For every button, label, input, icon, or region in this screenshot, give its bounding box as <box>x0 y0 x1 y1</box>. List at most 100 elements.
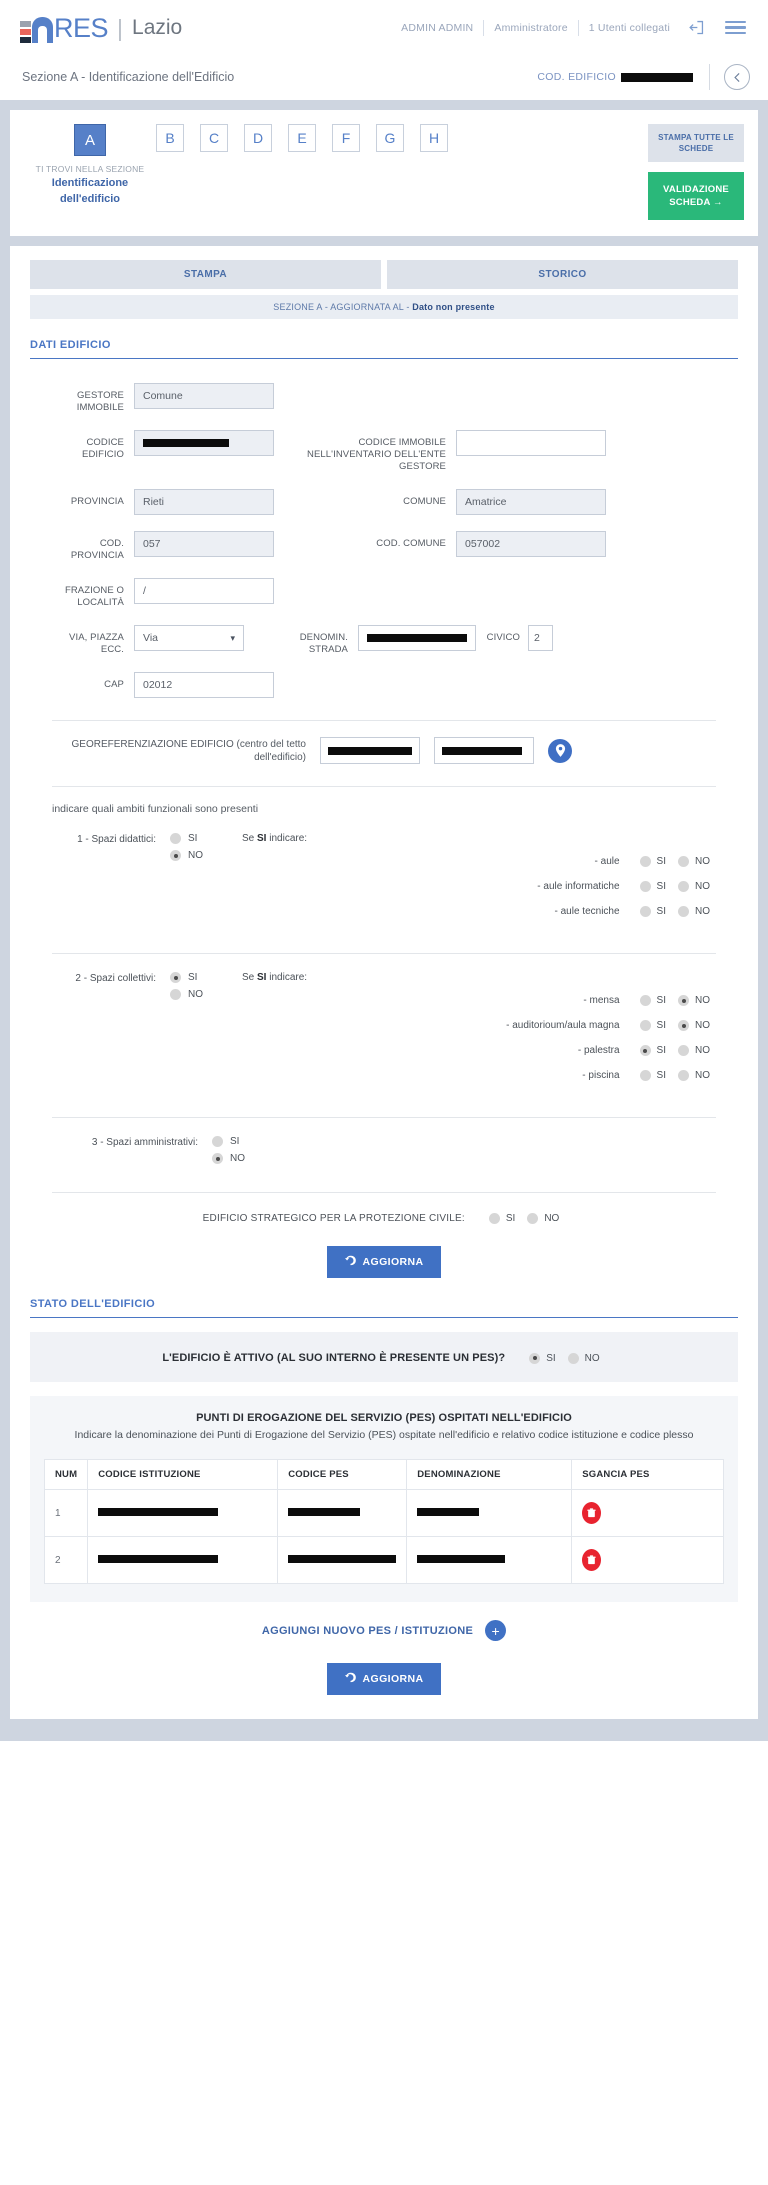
aggiorna-button-wrap-2: AGGIORNA <box>30 1663 738 1695</box>
aule-si[interactable]: SI <box>639 856 672 867</box>
radio-icon[interactable] <box>212 1136 223 1147</box>
print-all-sheets-button[interactable]: STAMPA TUTTE LE SCHEDE <box>648 124 744 162</box>
denomin-strada-input[interactable] <box>358 625 476 651</box>
radio-label-si: SI <box>656 881 666 892</box>
pes-subtitle: Indicare la denominazione dei Punti di E… <box>74 1429 694 1441</box>
spazi-collettivi-no[interactable]: NO <box>170 989 203 1000</box>
cod-provincia-input[interactable]: 057 <box>134 531 274 557</box>
radio-icon[interactable] <box>678 856 689 867</box>
tab-stampa[interactable]: STAMPA <box>30 260 381 289</box>
strategico-si[interactable]: SI <box>488 1213 521 1224</box>
section-tab-A[interactable]: A <box>74 124 106 156</box>
palestra-si[interactable]: SI <box>639 1045 672 1056</box>
validate-sheet-button[interactable]: VALIDAZIONE SCHEDA → <box>648 172 744 220</box>
radio-icon-selected[interactable] <box>529 1352 541 1364</box>
section-tab-D[interactable]: D <box>244 124 272 152</box>
add-new-pes-label: AGGIUNGI NUOVO PES / ISTITUZIONE <box>261 1624 474 1637</box>
spazi-didattici-si[interactable]: SI <box>170 833 203 844</box>
section-tabs-row: A TI TROVI NELLA SEZIONE Identificazione… <box>24 124 744 220</box>
mensa-si[interactable]: SI <box>639 995 672 1006</box>
auditorium-no[interactable]: NO <box>678 1020 716 1031</box>
radio-label-si: SI <box>656 1045 666 1056</box>
georeferenziazione-lat-input[interactable] <box>320 737 420 764</box>
aggiorna-button-stato-edificio[interactable]: AGGIORNA <box>326 1663 442 1695</box>
attivo-si[interactable]: SI <box>529 1352 561 1364</box>
back-button[interactable] <box>724 64 750 90</box>
aule-no[interactable]: NO <box>678 856 716 867</box>
radio-icon-selected[interactable] <box>639 1045 651 1056</box>
spazi-didattici-choices: SI NO <box>170 833 203 931</box>
section-tab-E[interactable]: E <box>288 124 316 152</box>
aggiorna-button-dati-edificio[interactable]: AGGIORNA <box>326 1246 442 1278</box>
via-piazza-select[interactable]: Via ▾ <box>134 625 244 651</box>
mensa-no[interactable]: NO <box>678 995 716 1006</box>
section-tab-B[interactable]: B <box>156 124 184 152</box>
radio-icon-selected[interactable] <box>170 850 181 861</box>
radio-icon-selected[interactable] <box>678 1020 689 1031</box>
radio-icon[interactable] <box>567 1352 579 1364</box>
logout-icon[interactable] <box>680 19 713 36</box>
radio-icon[interactable] <box>170 989 181 1000</box>
radio-icon-selected[interactable] <box>678 995 689 1006</box>
hamburger-menu-icon[interactable] <box>713 20 746 35</box>
georeferenziazione-lon-input[interactable] <box>434 737 534 764</box>
radio-icon[interactable] <box>639 856 651 867</box>
piscina-si[interactable]: SI <box>639 1070 672 1081</box>
aule-informatiche-no[interactable]: NO <box>678 881 716 892</box>
attivo-no[interactable]: NO <box>567 1352 606 1364</box>
section-tab-G[interactable]: G <box>376 124 404 152</box>
add-new-pes-button[interactable]: AGGIUNGI NUOVO PES / ISTITUZIONE + <box>30 1620 738 1641</box>
auditorium-si[interactable]: SI <box>639 1020 672 1031</box>
strategico-no[interactable]: NO <box>527 1213 565 1224</box>
palestra-no[interactable]: NO <box>678 1045 716 1056</box>
sub-label-mensa: - mensa <box>583 995 620 1006</box>
radio-icon-selected[interactable] <box>170 972 181 983</box>
radio-icon[interactable] <box>678 1045 689 1056</box>
radio-icon[interactable] <box>639 1070 651 1081</box>
aule-informatiche-si[interactable]: SI <box>639 881 672 892</box>
radio-icon[interactable] <box>678 906 689 917</box>
frazione-input[interactable]: / <box>134 578 274 604</box>
gestore-immobile-input[interactable]: Comune <box>134 383 274 409</box>
radio-icon[interactable] <box>527 1213 539 1224</box>
section-tab-H[interactable]: H <box>420 124 448 152</box>
current-section-indicator: TI TROVI NELLA SEZIONE Identificazione d… <box>36 164 145 206</box>
header-divider <box>709 64 710 90</box>
radio-icon[interactable] <box>639 995 651 1006</box>
aule-tecniche-si[interactable]: SI <box>639 906 672 917</box>
aggiorna-button-wrap-1: AGGIORNA <box>44 1246 724 1278</box>
plus-circle-icon[interactable]: + <box>485 1620 507 1641</box>
spazi-amministrativi-si[interactable]: SI <box>212 1136 245 1147</box>
edificio-strategico-label: EDIFICIO STRATEGICO PER LA PROTEZIONE CI… <box>202 1213 465 1224</box>
radio-icon[interactable] <box>639 906 651 917</box>
section-tab-F[interactable]: F <box>332 124 360 152</box>
spazi-amministrativi-no[interactable]: NO <box>212 1153 245 1164</box>
radio-icon-selected[interactable] <box>212 1153 223 1164</box>
cod-comune-input[interactable]: 057002 <box>456 531 606 557</box>
piscina-no[interactable]: NO <box>678 1070 716 1081</box>
map-pin-icon[interactable] <box>548 738 572 763</box>
cap-input[interactable]: 02012 <box>134 672 274 698</box>
comune-input[interactable]: Amatrice <box>456 489 606 515</box>
app-logo[interactable]: RES | Lazio <box>20 13 182 43</box>
radio-icon[interactable] <box>170 833 181 844</box>
spazi-collettivi-si[interactable]: SI <box>170 972 203 983</box>
provincia-input[interactable]: Rieti <box>134 489 274 515</box>
trash-icon[interactable] <box>582 1502 602 1524</box>
radio-label-no: NO <box>584 1352 600 1364</box>
radio-icon[interactable] <box>488 1213 500 1224</box>
civico-input[interactable]: 2 <box>528 625 553 651</box>
radio-icon[interactable] <box>678 1070 689 1081</box>
codice-inventario-input[interactable] <box>456 430 606 456</box>
trash-icon[interactable] <box>582 1549 602 1571</box>
radio-icon[interactable] <box>639 881 651 892</box>
spazi-didattici-no[interactable]: NO <box>170 850 203 861</box>
codice-edificio-input[interactable] <box>134 430 274 456</box>
tab-storico[interactable]: STORICO <box>387 260 738 289</box>
radio-icon[interactable] <box>639 1020 651 1031</box>
radio-icon[interactable] <box>678 881 689 892</box>
aule-tecniche-no[interactable]: NO <box>678 906 716 917</box>
cell-codice-pes <box>277 1536 408 1584</box>
ambito-group-spazi-amministrativi: 3 - Spazi amministrativi: SI NO <box>44 1136 724 1170</box>
section-tab-C[interactable]: C <box>200 124 228 152</box>
